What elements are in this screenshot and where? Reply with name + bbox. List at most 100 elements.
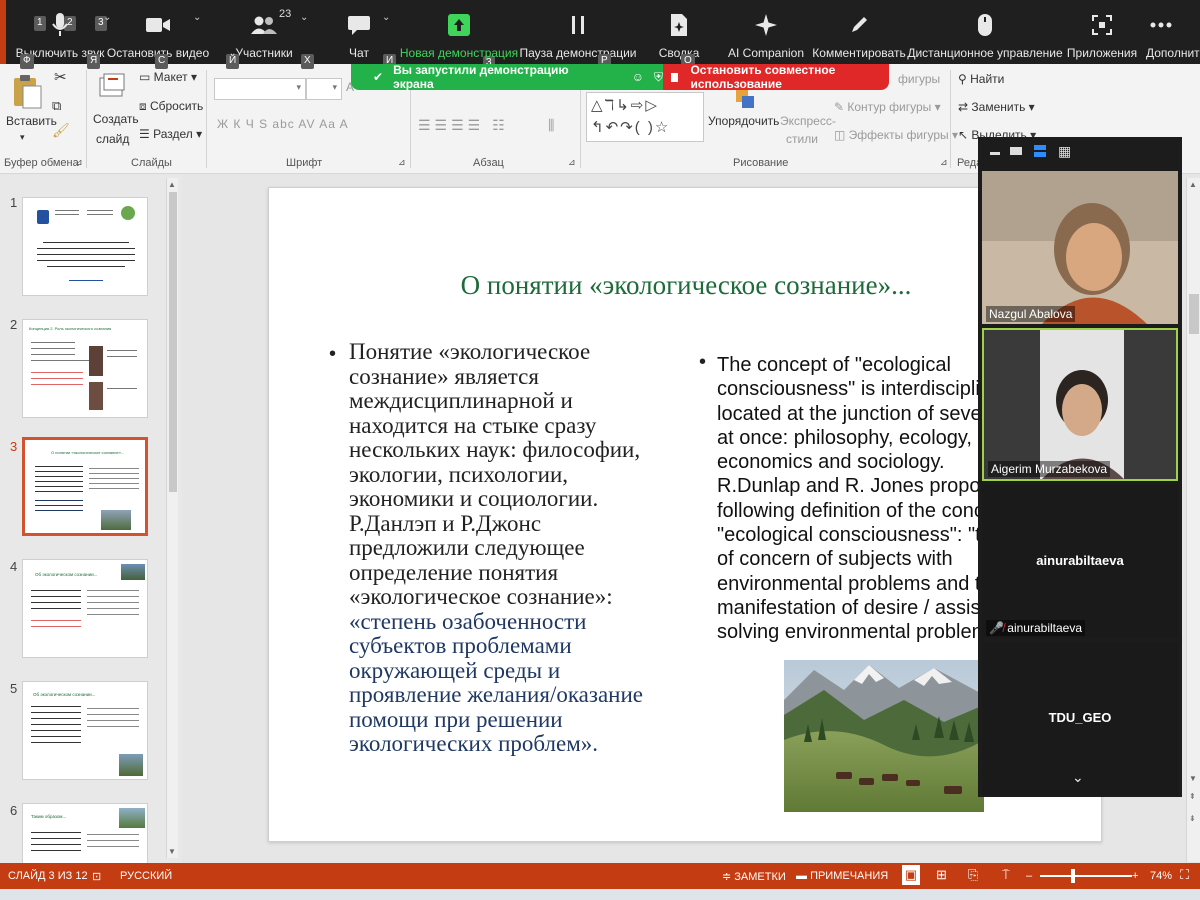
shape-effects-button[interactable]: ◫ Эффекты фигуры ▾ bbox=[834, 128, 958, 142]
zoom-in-icon[interactable]: + bbox=[1132, 870, 1138, 882]
stop-share-button[interactable]: Остановить совместное использование bbox=[663, 63, 889, 91]
chevron-down-icon[interactable]: ⌄ bbox=[300, 12, 308, 23]
prev-slide-icon[interactable]: ⇞ bbox=[1189, 792, 1196, 801]
reset-button[interactable]: ⧈ Сбросить bbox=[139, 99, 203, 114]
dialog-launcher-icon[interactable]: ⊿ bbox=[568, 157, 576, 168]
chat-button[interactable]: Чат bbox=[342, 4, 376, 62]
slide-scrollbar[interactable]: ▲ ▼ ⇞ ⇟ bbox=[1186, 178, 1200, 862]
annotate-button[interactable]: Комментировать bbox=[812, 4, 906, 62]
gallery-view-icon[interactable]: ▦ bbox=[1058, 143, 1071, 160]
participants-label: Участники bbox=[235, 46, 293, 60]
security-icon[interactable]: ⛨ bbox=[654, 70, 663, 85]
slide-thumbnail-6[interactable]: Таким образом... bbox=[22, 803, 148, 863]
next-slide-icon[interactable]: ⇟ bbox=[1189, 814, 1196, 823]
paste-label[interactable]: Вставить bbox=[6, 114, 57, 128]
express-styles-label-1[interactable]: Экспресс- bbox=[780, 114, 836, 128]
new-slide-label-1[interactable]: Создать bbox=[93, 112, 139, 126]
ai-companion-button[interactable]: AI Companion bbox=[728, 4, 804, 62]
slide-thumbnail-3[interactable]: О понятии «экологическое сознание»... bbox=[22, 437, 148, 536]
slide-thumbnail-4[interactable]: Об экологическом сознании... bbox=[22, 559, 148, 658]
section-button[interactable]: ☰ Раздел ▾ bbox=[139, 127, 202, 141]
dialog-launcher-icon[interactable]: ⊿ bbox=[940, 157, 948, 168]
scroll-up-icon[interactable]: ▲ bbox=[1189, 180, 1197, 189]
minimize-icon[interactable]: ▬ bbox=[990, 147, 1000, 158]
slide-thumbnail-5[interactable]: Об экологическом сознании... bbox=[22, 681, 148, 780]
shape-outline-button[interactable]: ✎ Контур фигуры ▾ bbox=[834, 100, 941, 114]
sorter-view-icon[interactable]: ⊞ bbox=[936, 867, 947, 883]
scroll-down-icon[interactable]: ▼ bbox=[1189, 774, 1197, 783]
zoom-slider[interactable] bbox=[1040, 875, 1132, 877]
font-name-box[interactable]: ▾ bbox=[214, 78, 306, 100]
smile-icon[interactable]: ☺ bbox=[632, 70, 644, 84]
text-line bbox=[35, 471, 83, 472]
dialog-launcher-icon[interactable]: ⊿ bbox=[75, 157, 83, 168]
shape-fill-label[interactable]: фигуры bbox=[898, 72, 940, 86]
pen-icon bbox=[844, 10, 874, 40]
copy-icon[interactable]: ⧉ bbox=[52, 98, 61, 114]
text-line bbox=[87, 608, 139, 609]
format-painter-icon[interactable]: 🖌 bbox=[52, 122, 70, 139]
align-buttons[interactable]: ☰☰☰☰ ☷ bbox=[418, 117, 509, 134]
shapes-gallery[interactable]: △ℸ↳⇨▷ ↰↶↷( )☆ bbox=[586, 92, 704, 142]
zoom-level[interactable]: 74% bbox=[1150, 870, 1172, 882]
layout-button[interactable]: ▭ Макет ▾ bbox=[139, 70, 197, 84]
arrange-icon[interactable] bbox=[734, 88, 756, 110]
video-tile-1[interactable]: Nazgul Abalova bbox=[982, 171, 1178, 324]
thumbnails-scrollbar[interactable]: ▲ ▼ bbox=[166, 178, 178, 858]
columns-icon[interactable]: ⫼ bbox=[548, 117, 554, 134]
remote-control-button[interactable]: Дистанционное управление bbox=[907, 4, 1063, 62]
chevron-down-icon[interactable]: ⌄ bbox=[193, 12, 201, 23]
replace-button[interactable]: ⇄ Заменить ▾ bbox=[958, 100, 1035, 114]
slide-thumbnail-1[interactable] bbox=[22, 197, 148, 296]
slide-thumbnail-2[interactable]: Концепция 2. Роль экологического сознани… bbox=[22, 319, 148, 418]
fit-slide-icon[interactable]: ⛶ bbox=[1180, 867, 1189, 883]
notes-button[interactable]: ≑ ЗАМЕТКИ bbox=[722, 870, 786, 883]
new-slide-icon[interactable] bbox=[98, 72, 126, 102]
chevron-down-icon[interactable]: ⌄ bbox=[382, 12, 390, 23]
mountain-landscape-image[interactable] bbox=[784, 660, 984, 812]
normal-view-icon[interactable]: ▣ bbox=[902, 865, 920, 885]
text-line bbox=[31, 718, 81, 719]
chevron-down-icon[interactable]: ▾ bbox=[20, 132, 25, 143]
new-share-button[interactable]: Новая демонстрация bbox=[400, 4, 518, 62]
slideshow-icon[interactable]: ⍑ bbox=[1002, 867, 1010, 883]
chevron-down-icon[interactable]: ⌄ bbox=[103, 12, 111, 23]
chevron-down-icon[interactable]: ▾ bbox=[296, 82, 301, 93]
thumb-number: 3 bbox=[10, 439, 18, 454]
dialog-launcher-icon[interactable]: ⊿ bbox=[398, 157, 406, 168]
text-line bbox=[35, 510, 83, 511]
current-slide[interactable]: О понятии «экологическое сознание»... • … bbox=[268, 187, 1102, 842]
paste-icon[interactable] bbox=[10, 74, 44, 110]
more-button[interactable]: Дополнительно bbox=[1146, 4, 1200, 62]
spellcheck-icon[interactable]: ⊡ bbox=[92, 870, 101, 883]
cut-icon[interactable]: ✂ bbox=[54, 68, 67, 86]
summary-button[interactable]: Сводка bbox=[656, 4, 702, 62]
pause-share-button[interactable]: Пауза демонстрации bbox=[519, 4, 637, 62]
language-indicator[interactable]: РУССКИЙ bbox=[120, 870, 172, 882]
font-format-buttons[interactable]: Ж К Ч S abc AV Aa A bbox=[217, 117, 349, 131]
russian-text-block[interactable]: Понятие «экологическое сознание» являетс… bbox=[349, 339, 679, 757]
video-tile-2[interactable]: Aigerim Murzabekova bbox=[982, 328, 1178, 481]
scroll-down-icon[interactable]: ▼ bbox=[168, 847, 176, 856]
new-slide-label-2[interactable]: слайд bbox=[96, 132, 129, 146]
zoom-out-icon[interactable]: – bbox=[1026, 870, 1032, 882]
express-styles-label-2[interactable]: стили bbox=[786, 132, 818, 146]
chevron-down-icon[interactable]: ⌄ bbox=[1072, 769, 1084, 786]
arrange-label[interactable]: Упорядочить bbox=[708, 114, 779, 128]
comments-button[interactable]: ▬ ПРИМЕЧАНИЯ bbox=[796, 870, 888, 882]
zoom-video-panel: ▬ ▦ Nazgul Abalova Aigerim Murzabekova a… bbox=[978, 137, 1182, 797]
scrollbar-thumb[interactable] bbox=[169, 192, 177, 492]
apps-button[interactable]: Приложения bbox=[1066, 4, 1138, 62]
font-size-box[interactable]: ▾ bbox=[306, 78, 342, 100]
scrollbar-thumb[interactable] bbox=[1189, 294, 1199, 334]
chevron-down-icon[interactable]: ▾ bbox=[332, 82, 337, 93]
speaker-view-icon[interactable] bbox=[1010, 147, 1022, 155]
find-button[interactable]: ⚲ Найти bbox=[958, 72, 1004, 86]
strip-view-icon[interactable] bbox=[1034, 145, 1046, 157]
reading-view-icon[interactable]: ⎘ bbox=[968, 867, 978, 883]
text-line bbox=[37, 260, 135, 261]
zoom-slider-thumb[interactable] bbox=[1071, 869, 1075, 883]
video-tile-3[interactable]: ainurabiltaeva 🎤̸ ainurabiltaeva bbox=[982, 485, 1178, 638]
layout-label: Макет bbox=[153, 70, 188, 84]
scroll-up-icon[interactable]: ▲ bbox=[168, 180, 176, 189]
